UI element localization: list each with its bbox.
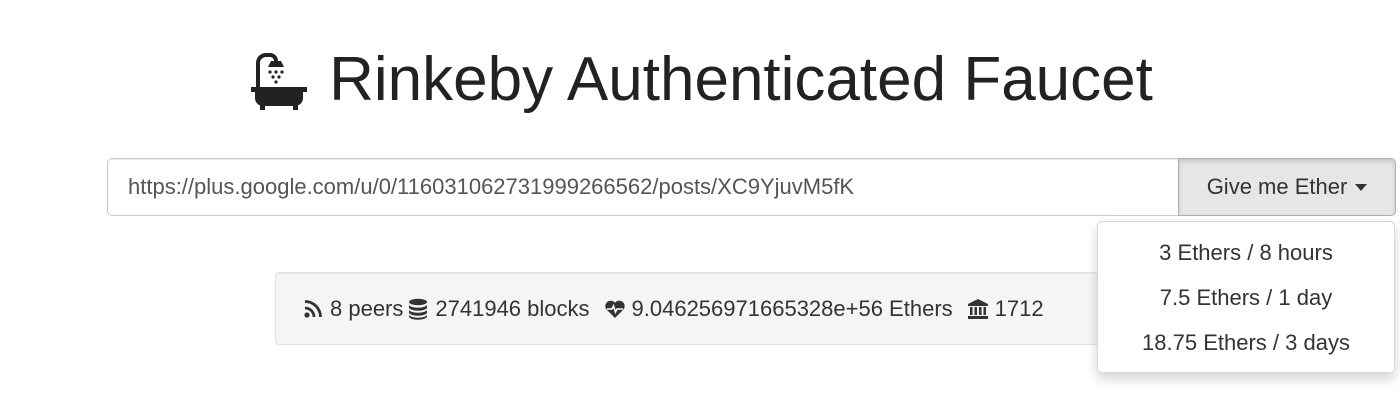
- blocks-count: 2741946 blocks: [435, 295, 590, 321]
- caret-down-icon: [1355, 183, 1368, 191]
- requests-count: 1712: [994, 295, 1044, 321]
- rss-icon: [302, 298, 324, 320]
- blocks-stat: 2741946 blocks: [407, 295, 590, 322]
- network-stats: 8 peers 2741946 blocks 9.046256971665328…: [275, 272, 1135, 345]
- bank-icon: [967, 298, 989, 320]
- url-input[interactable]: [107, 158, 1178, 216]
- funds-stat: 9.046256971665328e+56 Ethers: [604, 296, 953, 322]
- give-me-ether-label: Give me Ether: [1206, 174, 1348, 199]
- peers-count: 8 peers: [330, 295, 404, 321]
- dropdown-option-8-hours[interactable]: 3 Ethers / 8 hours: [1098, 230, 1394, 275]
- page-header: Rinkeby Authenticated Faucet: [0, 40, 1400, 120]
- peers-stat: 8 peers: [302, 296, 403, 322]
- database-icon: [407, 298, 429, 320]
- heartbeat-icon: [604, 298, 626, 320]
- funds-amount: 9.046256971665328e+56 Ethers: [631, 295, 953, 321]
- faucet-page: Rinkeby Authenticated Faucet Give me Eth…: [0, 0, 1400, 411]
- amount-dropdown-menu: 3 Ethers / 8 hours 7.5 Ethers / 1 day 18…: [1097, 221, 1395, 373]
- give-me-ether-button[interactable]: Give me Ether: [1178, 158, 1396, 216]
- dropdown-option-1-day[interactable]: 7.5 Ethers / 1 day: [1098, 275, 1394, 320]
- dropdown-option-3-days[interactable]: 18.75 Ethers / 3 days: [1098, 320, 1394, 365]
- request-form: Give me Ether: [107, 158, 1396, 216]
- requests-stat: 1712: [967, 296, 1044, 322]
- page-title: Rinkeby Authenticated Faucet: [329, 45, 1153, 114]
- bath-icon: [247, 48, 311, 112]
